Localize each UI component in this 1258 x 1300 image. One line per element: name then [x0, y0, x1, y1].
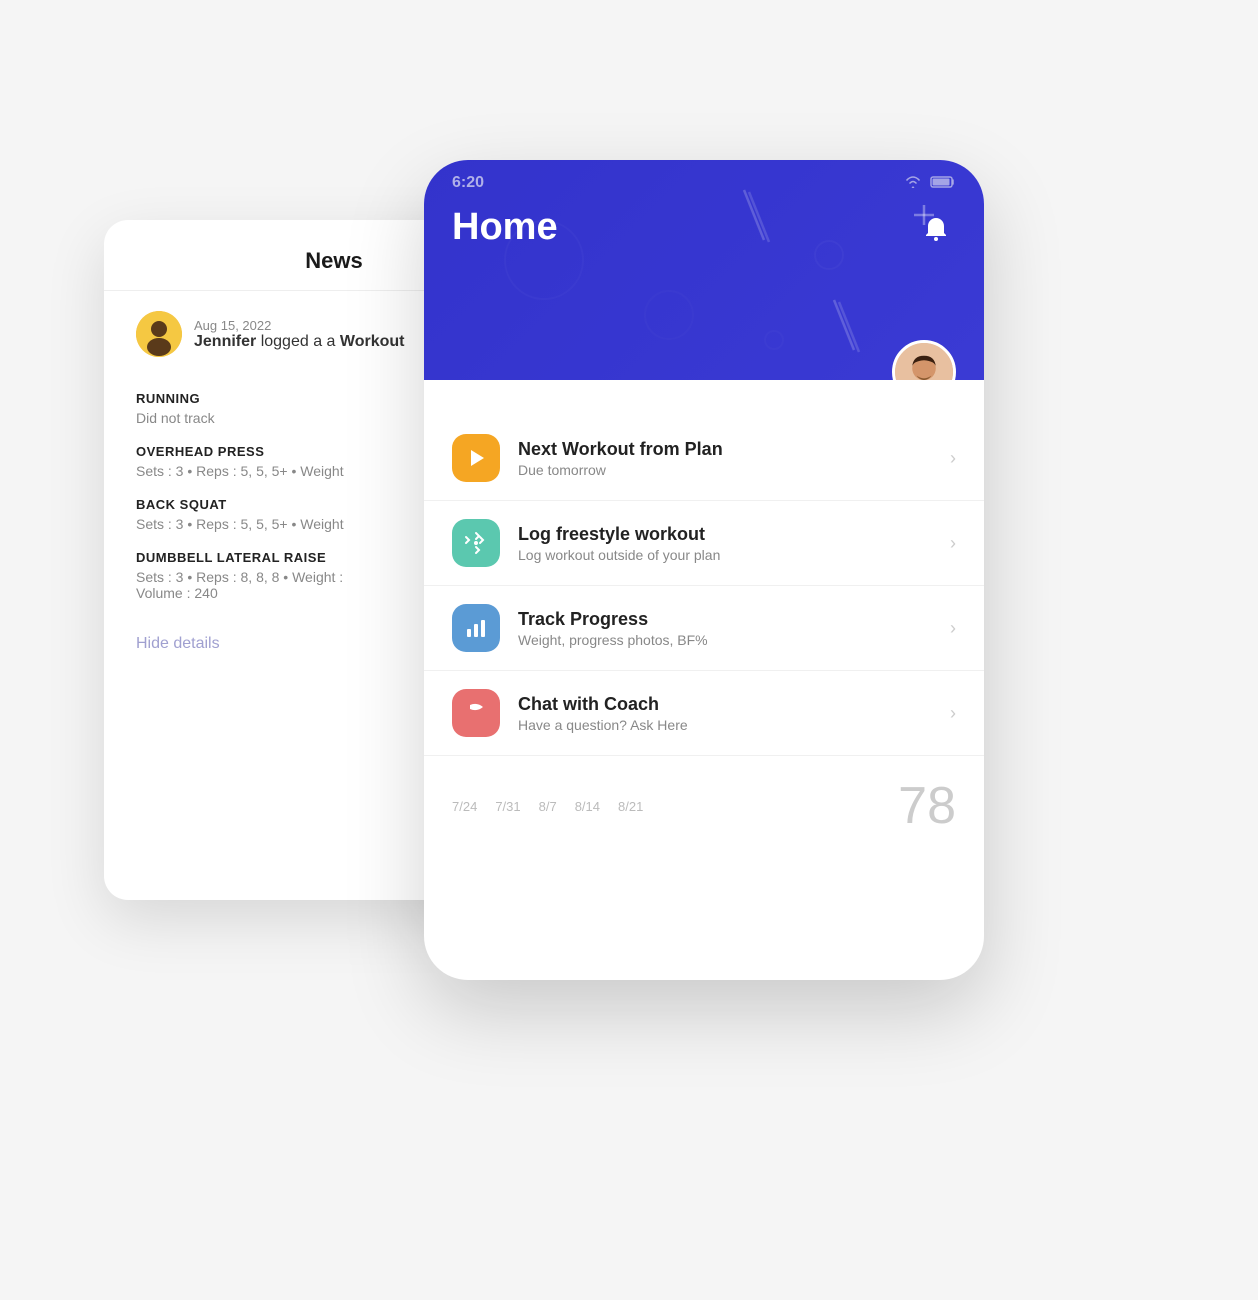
menu-title-log-freestyle: Log freestyle workout — [518, 524, 932, 545]
menu-text-next-workout: Next Workout from Plan Due tomorrow — [518, 439, 932, 478]
menu-item-next-workout[interactable]: Next Workout from Plan Due tomorrow › — [424, 416, 984, 501]
date-label-2: 7/31 — [495, 799, 520, 814]
scene: News Aug 15, 2022 Jennifer logged a — [104, 100, 1154, 1200]
status-time: 6:20 — [452, 174, 484, 192]
bell-icon[interactable] — [916, 208, 956, 248]
menu-item-chat-coach[interactable]: Chat with Coach Have a question? Ask Her… — [424, 671, 984, 756]
phone-content: Next Workout from Plan Due tomorrow › Lo… — [424, 380, 984, 856]
phone-bottom: 7/24 7/31 8/7 8/14 8/21 78 — [424, 756, 984, 856]
menu-text-track-progress: Track Progress Weight, progress photos, … — [518, 609, 932, 648]
bar-chart-icon-wrap — [452, 604, 500, 652]
menu-title-chat-coach: Chat with Coach — [518, 694, 932, 715]
menu-title-track-progress: Track Progress — [518, 609, 932, 630]
news-action: Jennifer logged a a Workout — [194, 333, 404, 351]
date-label-5: 8/21 — [618, 799, 643, 814]
phone-header: 6:20 — [424, 160, 984, 380]
chevron-right-icon-2: › — [950, 533, 956, 554]
menu-item-track-progress[interactable]: Track Progress Weight, progress photos, … — [424, 586, 984, 671]
date-labels: 7/24 7/31 8/7 8/14 8/21 — [452, 799, 643, 814]
move-icon-wrap — [452, 519, 500, 567]
avatar — [136, 311, 182, 357]
play-icon-wrap — [452, 434, 500, 482]
profile-avatar[interactable] — [892, 340, 956, 380]
menu-subtitle-log-freestyle: Log workout outside of your plan — [518, 547, 932, 563]
date-label-4: 8/14 — [575, 799, 600, 814]
status-icons — [904, 175, 956, 192]
news-user-info: Aug 15, 2022 Jennifer logged a a Workout — [194, 318, 404, 351]
menu-text-log-freestyle: Log freestyle workout Log workout outsid… — [518, 524, 932, 563]
phone-title-row: Home — [424, 192, 984, 249]
wifi-icon — [904, 175, 922, 192]
news-user-name: Jennifer — [194, 333, 256, 350]
status-bar: 6:20 — [424, 160, 984, 192]
news-date: Aug 15, 2022 — [194, 318, 404, 333]
chevron-right-icon-1: › — [950, 448, 956, 469]
menu-subtitle-track-progress: Weight, progress photos, BF% — [518, 632, 932, 648]
big-number: 78 — [898, 776, 956, 836]
chevron-right-icon-3: › — [950, 618, 956, 639]
phone-title: Home — [452, 206, 558, 249]
phone-card: 6:20 — [424, 160, 984, 980]
battery-icon — [930, 175, 956, 192]
menu-text-chat-coach: Chat with Coach Have a question? Ask Her… — [518, 694, 932, 733]
date-label-1: 7/24 — [452, 799, 477, 814]
news-action-bold: Workout — [340, 333, 405, 350]
menu-title-next-workout: Next Workout from Plan — [518, 439, 932, 460]
date-label-3: 8/7 — [539, 799, 557, 814]
menu-subtitle-next-workout: Due tomorrow — [518, 462, 932, 478]
menu-subtitle-chat-coach: Have a question? Ask Here — [518, 717, 932, 733]
menu-item-log-freestyle[interactable]: Log freestyle workout Log workout outsid… — [424, 501, 984, 586]
chevron-right-icon-4: › — [950, 703, 956, 724]
flag-icon-wrap — [452, 689, 500, 737]
